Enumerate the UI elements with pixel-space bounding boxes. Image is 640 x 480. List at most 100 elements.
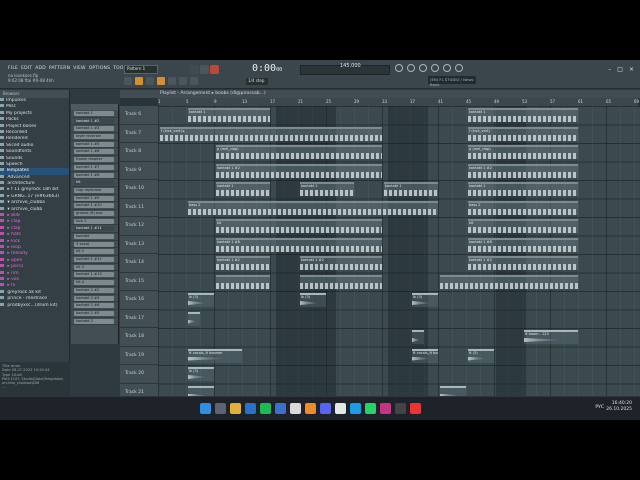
- browser-header[interactable]: Browser: [0, 90, 69, 98]
- channel-name-button[interactable]: kontakt 2 #2: [74, 287, 114, 293]
- channel-name-button[interactable]: kontakt 2: [74, 318, 114, 324]
- channel-row[interactable]: layer reverser: [71, 133, 118, 141]
- stop-button[interactable]: [200, 65, 209, 74]
- track-header[interactable]: Track 13: [120, 236, 158, 254]
- channel-row[interactable]: kit: [71, 179, 118, 187]
- channel-row[interactable]: kit 3: [71, 264, 118, 272]
- steam-icon[interactable]: [335, 403, 346, 414]
- track-header[interactable]: Track 20: [120, 365, 158, 384]
- minimize-icon[interactable]: –: [608, 66, 611, 73]
- pattern-clip[interactable]: bass 2: [468, 200, 578, 215]
- edge-icon[interactable]: [245, 403, 256, 414]
- channel-name-button[interactable]: kontakt 1: [74, 111, 114, 116]
- menu-item-view[interactable]: VIEW: [73, 66, 86, 71]
- channel-row[interactable]: kontakt 1 #10: [71, 202, 118, 210]
- audio-clip[interactable]: [412, 330, 424, 344]
- track-header[interactable]: Track 7: [120, 125, 158, 143]
- fl-studio-icon[interactable]: [305, 403, 316, 414]
- track-header[interactable]: Track 8: [120, 143, 158, 162]
- select-tool-icon[interactable]: [168, 77, 176, 85]
- channel-name-button[interactable]: kontakt 1 #13: [74, 272, 114, 278]
- playback-tool-icon[interactable]: [190, 77, 198, 85]
- menu-item-file[interactable]: FILE: [8, 66, 18, 71]
- channel-row[interactable]: kontakt 1 #11: [71, 225, 118, 233]
- track-header[interactable]: Track 18: [120, 328, 158, 347]
- pattern-clip[interactable]: kontakt 1: [216, 182, 270, 196]
- store-icon[interactable]: [275, 403, 286, 414]
- audio-clip[interactable]: ft vocals_ft boomer: [188, 348, 242, 363]
- channel-name-button[interactable]: groove (ft) box: [74, 210, 114, 216]
- channel-row[interactable]: kontakt 1 #9: [71, 195, 118, 203]
- yandex-icon[interactable]: [410, 403, 421, 414]
- maximize-icon[interactable]: □: [617, 66, 623, 73]
- pattern-clip[interactable]: [216, 274, 270, 289]
- search-icon[interactable]: [215, 403, 226, 414]
- menu-item-options[interactable]: OPTIONS: [89, 66, 111, 71]
- clock[interactable]: 16:40:20 26.10.2025: [606, 401, 632, 413]
- pattern-clip[interactable]: kontakt 1 #2: [468, 256, 578, 270]
- channel-row[interactable]: kontakt 1 #3: [71, 125, 118, 134]
- channel-name-button[interactable]: kick 2: [74, 218, 114, 224]
- pattern-clip[interactable]: kontakt 1 #2: [468, 163, 578, 178]
- play-button[interactable]: [190, 65, 199, 74]
- channel-row[interactable]: kontakt 1 #6: [71, 148, 118, 157]
- audio-clip[interactable]: ft (3): [468, 348, 494, 363]
- pattern-clip[interactable]: kontakt 1 #8: [216, 237, 382, 252]
- channel-name-button[interactable]: frozen respirer: [74, 157, 114, 163]
- channel-row[interactable]: 3 vocal: [71, 241, 118, 249]
- slice-tool-icon[interactable]: [157, 77, 165, 85]
- channel-row[interactable]: kontakt 1 #2: [71, 118, 118, 126]
- track-header[interactable]: Track 15: [120, 273, 158, 291]
- track-header[interactable]: Track 6: [120, 106, 158, 125]
- audio-clip[interactable]: lk (3): [188, 367, 214, 381]
- channel-row[interactable]: kontakt 2 #3: [71, 295, 118, 303]
- channel-name-button[interactable]: layer reverser: [74, 134, 114, 140]
- channel-row[interactable]: kontakt 1 #5: [71, 141, 118, 149]
- channel-name-button[interactable]: kontakt 2 #5: [74, 310, 114, 316]
- delete-tool-icon[interactable]: [146, 77, 154, 85]
- channel-name-button[interactable]: kontakt 2 #4: [74, 303, 114, 309]
- track-header[interactable]: Track 19: [120, 347, 158, 365]
- track-header[interactable]: Track 16: [120, 291, 158, 310]
- channel-name-button[interactable]: kontakt 1 #9: [74, 195, 114, 201]
- channel-rack-icon[interactable]: [407, 64, 415, 72]
- channel-row[interactable]: kontakt 1 #13: [71, 271, 118, 280]
- track-header[interactable]: Track 11: [120, 199, 158, 217]
- channel-row[interactable]: kontakt 2 #5: [71, 310, 118, 318]
- whatsapp-icon[interactable]: [365, 403, 376, 414]
- channel-row[interactable]: kontakt 2 #2: [71, 287, 118, 295]
- channel-row[interactable]: kontakt 1 #12: [71, 256, 118, 264]
- channel-row[interactable]: groove (ft) box: [71, 210, 118, 218]
- piano-roll-icon[interactable]: [419, 64, 427, 72]
- audio-clip[interactable]: ft boom - 123: [524, 330, 578, 344]
- snap-selector[interactable]: 1/4 step: [246, 78, 268, 85]
- zoom-tool-icon[interactable]: [179, 77, 187, 85]
- song-time-display[interactable]: 0:0000: [252, 63, 282, 74]
- spotify-icon[interactable]: [260, 403, 271, 414]
- pattern-clip[interactable]: kit: [216, 219, 382, 233]
- app-icon[interactable]: [380, 403, 391, 414]
- audio-clip[interactable]: [188, 311, 200, 326]
- discord-icon[interactable]: [320, 403, 331, 414]
- channel-row[interactable]: frozen respirer: [71, 156, 118, 164]
- channel-name-button[interactable]: 3 vocal: [74, 241, 114, 247]
- channel-name-button[interactable]: kontakt 1 #7: [74, 164, 114, 170]
- pattern-clip[interactable]: kontakt 1: [300, 182, 354, 196]
- notepad-icon[interactable]: [290, 403, 301, 414]
- audio-clip[interactable]: lk (3): [188, 293, 214, 307]
- plugin-icon[interactable]: [443, 64, 451, 72]
- channel-row[interactable]: clap replicator: [71, 187, 118, 195]
- pattern-clip[interactable]: kontakt 1 #2: [300, 256, 382, 270]
- channel-row[interactable]: kit 2: [71, 248, 118, 257]
- channel-name-button[interactable]: kontakt 1 #6: [74, 149, 114, 155]
- channel-name-button[interactable]: kit 3: [74, 264, 114, 270]
- audio-clip[interactable]: ft vocals_ft boomer: [412, 348, 438, 363]
- channel-name-button[interactable]: kontakt 1 #3: [74, 126, 114, 132]
- channel-name-button[interactable]: kontakt 1 #8: [74, 172, 114, 178]
- channel-name-button[interactable]: kontakt 1 #12: [74, 257, 114, 263]
- pattern-clip[interactable]: kit: [468, 219, 578, 233]
- channel-name-button[interactable]: kontakt 2 #3: [74, 295, 114, 301]
- pattern-clip[interactable]: kontakt 1 #8: [468, 237, 578, 252]
- pattern-clip[interactable]: f (kick_vert): [468, 126, 578, 141]
- channel-row[interactable]: kontakt 1: [71, 110, 118, 118]
